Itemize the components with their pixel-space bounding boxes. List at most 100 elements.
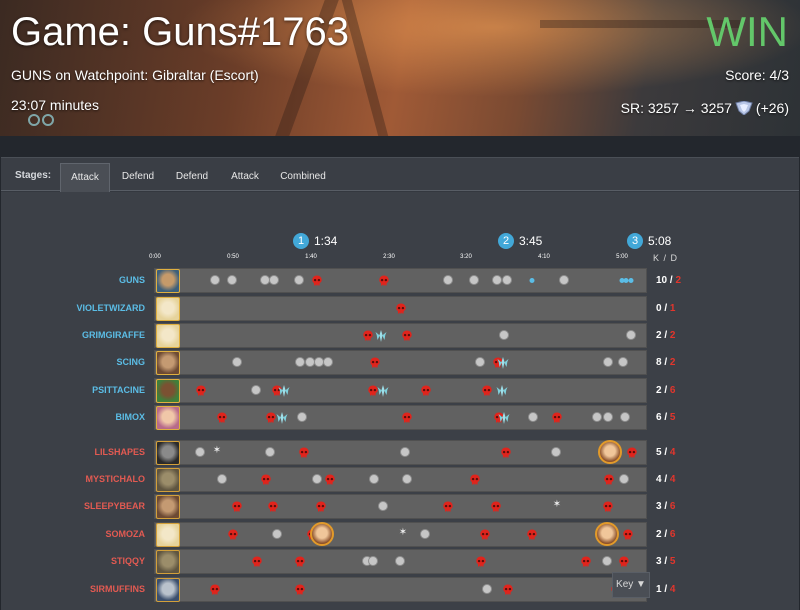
ultimate-icon[interactable] <box>276 411 289 424</box>
kill-marker-icon[interactable] <box>482 584 492 594</box>
kill-marker-icon[interactable] <box>295 357 305 367</box>
kill-marker-icon[interactable] <box>619 474 629 484</box>
kill-marker-icon[interactable] <box>502 275 512 285</box>
death-skull-icon[interactable] <box>482 384 493 396</box>
player-name[interactable]: VIOLETWIZARD <box>77 303 146 313</box>
hero-avatar-icon[interactable] <box>595 522 619 546</box>
death-skull-icon[interactable] <box>623 528 634 540</box>
death-skull-icon[interactable] <box>527 528 538 540</box>
tab-attack-2[interactable]: Attack <box>220 163 270 192</box>
ultimate-icon[interactable] <box>377 384 390 397</box>
kill-marker-icon[interactable] <box>210 275 220 285</box>
death-skull-icon[interactable] <box>363 329 374 341</box>
death-skull-icon[interactable] <box>501 446 512 458</box>
kill-marker-icon[interactable] <box>443 275 453 285</box>
star-icon[interactable]: ✶ <box>212 445 222 457</box>
tab-defend-2[interactable]: Defend <box>166 163 218 192</box>
death-skull-icon[interactable] <box>627 446 638 458</box>
kill-marker-icon[interactable] <box>265 447 275 457</box>
death-skull-icon[interactable] <box>217 411 228 423</box>
event-dot-icon[interactable] <box>529 278 535 283</box>
death-skull-icon[interactable] <box>470 473 481 485</box>
kill-marker-icon[interactable] <box>499 330 509 340</box>
kill-marker-icon[interactable] <box>395 556 405 566</box>
player-name[interactable]: PSITTACINE <box>92 385 145 395</box>
kill-marker-icon[interactable] <box>312 474 322 484</box>
kill-marker-icon[interactable] <box>603 357 613 367</box>
kill-marker-icon[interactable] <box>492 275 502 285</box>
kill-marker-icon[interactable] <box>626 330 636 340</box>
kill-marker-icon[interactable] <box>620 412 630 422</box>
death-skull-icon[interactable] <box>325 473 336 485</box>
death-skull-icon[interactable] <box>370 356 381 368</box>
player-name[interactable]: SOMOZA <box>106 529 146 539</box>
kill-marker-icon[interactable] <box>602 556 612 566</box>
death-skull-icon[interactable] <box>228 528 239 540</box>
kill-marker-icon[interactable] <box>217 474 227 484</box>
death-skull-icon[interactable] <box>261 473 272 485</box>
death-skull-icon[interactable] <box>603 500 614 512</box>
kill-marker-icon[interactable] <box>269 275 279 285</box>
death-skull-icon[interactable] <box>232 500 243 512</box>
kill-marker-icon[interactable] <box>368 556 378 566</box>
death-skull-icon[interactable] <box>379 274 390 286</box>
kill-marker-icon[interactable] <box>528 412 538 422</box>
kill-marker-icon[interactable] <box>402 474 412 484</box>
death-skull-icon[interactable] <box>552 411 563 423</box>
kill-marker-icon[interactable] <box>294 275 304 285</box>
hero-avatar-icon[interactable] <box>598 440 622 464</box>
death-skull-icon[interactable] <box>581 555 592 567</box>
death-skull-icon[interactable] <box>604 473 615 485</box>
death-skull-icon[interactable] <box>619 555 630 567</box>
death-skull-icon[interactable] <box>295 555 306 567</box>
death-skull-icon[interactable] <box>503 583 514 595</box>
death-skull-icon[interactable] <box>210 583 221 595</box>
death-skull-icon[interactable] <box>299 446 310 458</box>
kill-marker-icon[interactable] <box>272 529 282 539</box>
player-name[interactable]: LILSHAPES <box>94 447 145 457</box>
hero-avatar-icon[interactable] <box>310 522 334 546</box>
kill-marker-icon[interactable] <box>592 412 602 422</box>
player-name[interactable]: SLEEPYBEAR <box>84 501 145 511</box>
kill-marker-icon[interactable] <box>559 275 569 285</box>
death-skull-icon[interactable] <box>295 583 306 595</box>
death-skull-icon[interactable] <box>480 528 491 540</box>
death-skull-icon[interactable] <box>402 411 413 423</box>
death-skull-icon[interactable] <box>312 274 323 286</box>
ultimate-icon[interactable] <box>496 384 509 397</box>
player-name[interactable]: GUNS <box>119 275 145 285</box>
kill-marker-icon[interactable] <box>551 447 561 457</box>
kill-marker-icon[interactable] <box>323 357 333 367</box>
kill-marker-icon[interactable] <box>469 275 479 285</box>
kill-marker-icon[interactable] <box>618 357 628 367</box>
death-skull-icon[interactable] <box>252 555 263 567</box>
death-skull-icon[interactable] <box>491 500 502 512</box>
kill-marker-icon[interactable] <box>378 501 388 511</box>
kill-marker-icon[interactable] <box>232 357 242 367</box>
kill-marker-icon[interactable] <box>251 385 261 395</box>
kill-marker-icon[interactable] <box>195 447 205 457</box>
kill-marker-icon[interactable] <box>227 275 237 285</box>
death-skull-icon[interactable] <box>443 500 454 512</box>
tab-defend-1[interactable]: Defend <box>112 163 164 192</box>
death-skull-icon[interactable] <box>402 329 413 341</box>
player-name[interactable]: BIMOX <box>115 412 145 422</box>
ultimate-icon[interactable] <box>375 329 388 342</box>
player-name[interactable]: SIRMUFFINS <box>90 584 145 594</box>
kill-marker-icon[interactable] <box>603 412 613 422</box>
tab-combined[interactable]: Combined <box>272 163 334 192</box>
ultimate-icon[interactable] <box>497 356 510 369</box>
player-name[interactable]: SCING <box>116 357 145 367</box>
death-skull-icon[interactable] <box>421 384 432 396</box>
player-name[interactable]: MYSTICHALO <box>86 474 146 484</box>
death-skull-icon[interactable] <box>476 555 487 567</box>
star-icon[interactable]: ✶ <box>398 527 408 539</box>
kill-marker-icon[interactable] <box>420 529 430 539</box>
ultimate-icon[interactable] <box>278 384 291 397</box>
key-dropdown-button[interactable]: Key ▼ <box>612 572 650 598</box>
death-skull-icon[interactable] <box>316 500 327 512</box>
player-name[interactable]: STIQQY <box>111 556 145 566</box>
kill-marker-icon[interactable] <box>297 412 307 422</box>
death-skull-icon[interactable] <box>396 302 407 314</box>
event-dot-icon[interactable] <box>628 278 634 283</box>
